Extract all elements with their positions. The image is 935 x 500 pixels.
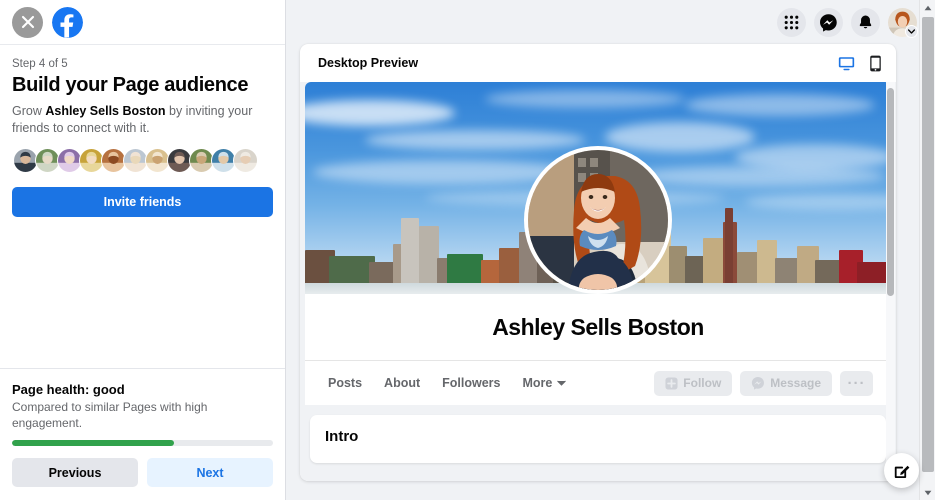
bell-glyph	[857, 14, 874, 31]
desktop-preview-card: Desktop Preview	[300, 44, 896, 481]
chevron-down-glyph	[908, 29, 915, 34]
device-toggle-group	[838, 55, 882, 72]
message-button[interactable]: Message	[740, 371, 832, 396]
account-avatar-icon[interactable]	[888, 8, 917, 37]
cloud	[365, 130, 585, 150]
tab-more[interactable]: More	[512, 376, 578, 390]
chevron-down-icon[interactable]	[905, 25, 918, 38]
facebook-logo-icon[interactable]	[52, 7, 83, 38]
edit-pencil-square-icon[interactable]	[884, 453, 919, 488]
follow-person-plus-icon	[665, 377, 678, 390]
close-glyph	[21, 15, 35, 29]
setup-sidebar-panel: Step 4 of 5 Build your Page audience Gro…	[0, 0, 286, 500]
page-health-progress-track	[12, 440, 273, 446]
messenger-icon	[751, 376, 765, 390]
message-button-label: Message	[770, 376, 821, 390]
intro-card: Intro	[310, 415, 886, 463]
page-health-title: Page health: good	[12, 381, 273, 398]
page-health-progress-fill	[12, 440, 174, 446]
preview-scrollbar-thumb[interactable]	[887, 88, 894, 296]
tab-followers-label: Followers	[442, 376, 500, 390]
intro-card-title: Intro	[325, 428, 871, 445]
desktop-monitor-glyph	[838, 55, 855, 72]
preview-scroll-region[interactable]: Ashley Sells Boston Posts About Follower…	[300, 82, 896, 481]
next-button[interactable]: Next	[147, 458, 273, 487]
grid-apps-icon[interactable]	[777, 8, 806, 37]
caret-up-icon[interactable]	[920, 0, 935, 15]
profile-photo[interactable]	[528, 150, 668, 290]
preview-area: Desktop Preview	[287, 0, 935, 500]
page-tabbar: Posts About Followers More	[305, 360, 891, 405]
follow-button[interactable]: Follow	[654, 371, 732, 396]
messenger-glyph	[819, 13, 838, 32]
more-options-button[interactable]: ···	[840, 371, 873, 396]
step-label: Step 4 of 5	[12, 57, 273, 72]
caret-down-icon[interactable]	[920, 485, 935, 500]
friend-avatar[interactable]	[233, 148, 258, 173]
cloud	[485, 90, 685, 108]
page-health-section: Page health: good Compared to similar Pa…	[0, 368, 285, 500]
cloud	[735, 144, 891, 170]
bell-icon[interactable]	[851, 8, 880, 37]
edit-pencil-square-glyph	[893, 462, 911, 480]
caret-up-glyph	[924, 5, 932, 11]
messenger-icon[interactable]	[814, 8, 843, 37]
profile-photo-ring	[524, 146, 672, 294]
tab-more-label: More	[523, 376, 553, 390]
sidebar-body: Step 4 of 5 Build your Page audience Gro…	[0, 45, 285, 368]
mobile-phone-icon[interactable]	[869, 55, 882, 72]
preview-scrollbar[interactable]	[886, 82, 895, 481]
mobile-phone-glyph	[869, 55, 882, 72]
page-action-buttons: Follow Message ···	[654, 371, 873, 396]
cloud	[605, 122, 755, 152]
cloud	[685, 94, 875, 116]
profile-photo-illustration	[528, 150, 668, 290]
page-profile-sheet: Ashley Sells Boston Posts About Follower…	[305, 82, 891, 405]
tab-about-label: About	[384, 376, 420, 390]
chevron-down-icon	[557, 380, 566, 386]
wizard-nav: Previous Next	[12, 458, 273, 487]
top-navigation-bar	[777, 0, 917, 44]
desc-page-name: Ashley Sells Boston	[45, 104, 165, 118]
sidebar-header	[0, 0, 285, 45]
preview-card-header: Desktop Preview	[300, 44, 896, 82]
tab-posts-label: Posts	[328, 376, 362, 390]
browser-scrollbar[interactable]	[919, 0, 935, 500]
tab-about[interactable]: About	[373, 376, 431, 390]
follow-button-label: Follow	[683, 376, 721, 390]
browser-scrollbar-thumb[interactable]	[922, 17, 934, 472]
desc-prefix: Grow	[12, 104, 45, 118]
friend-avatar-list[interactable]	[12, 148, 273, 174]
desktop-monitor-icon[interactable]	[838, 55, 855, 72]
grid-apps-glyph	[784, 15, 799, 30]
cover-photo[interactable]	[305, 82, 891, 294]
page-name-heading: Ashley Sells Boston	[305, 294, 891, 360]
close-icon[interactable]	[12, 7, 43, 38]
cloud	[635, 166, 885, 186]
caret-down-glyph	[924, 490, 932, 496]
tab-posts[interactable]: Posts	[323, 376, 373, 390]
previous-button[interactable]: Previous	[12, 458, 138, 487]
page-description: Grow Ashley Sells Boston by inviting you…	[12, 103, 273, 137]
page-title: Build your Page audience	[12, 73, 273, 98]
preview-header-title: Desktop Preview	[318, 56, 418, 70]
page-health-subtitle: Compared to similar Pages with high enga…	[12, 399, 273, 431]
invite-friends-button[interactable]: Invite friends	[12, 187, 273, 217]
app-root: Step 4 of 5 Build your Page audience Gro…	[0, 0, 935, 500]
tab-followers[interactable]: Followers	[431, 376, 511, 390]
